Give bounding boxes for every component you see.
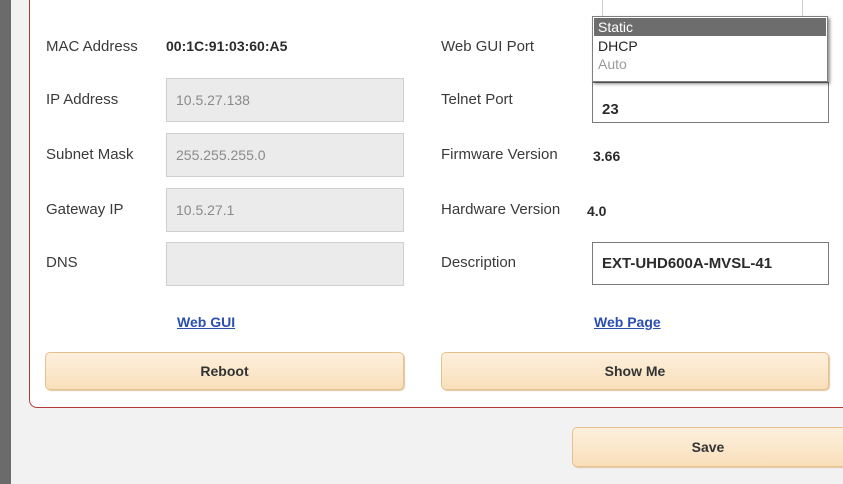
telnet-port-value: 23	[602, 101, 619, 118]
ip-mode-dropdown-list[interactable]: Static DHCP Auto	[592, 16, 828, 82]
web-gui-port-label: Web GUI Port	[441, 38, 535, 55]
dns-field[interactable]	[166, 242, 404, 286]
save-button[interactable]: Save	[572, 427, 843, 467]
web-page-link[interactable]: Web Page	[594, 314, 661, 330]
show-me-button[interactable]: Show Me	[441, 352, 829, 390]
gateway-ip-label: Gateway IP	[46, 201, 124, 218]
description-field[interactable]: EXT-UHD600A-MVSL-41	[592, 242, 829, 285]
firmware-version-label: Firmware Version	[441, 146, 558, 163]
dropdown-option-dhcp[interactable]: DHCP	[594, 37, 826, 55]
mac-address-value: 00:1C:91:03:60:A5	[166, 38, 288, 54]
ip-address-label: IP Address	[46, 91, 119, 108]
mac-address-label: MAC Address	[46, 38, 138, 55]
reboot-button[interactable]: Reboot	[45, 352, 404, 390]
dropdown-option-auto: Auto	[598, 56, 627, 72]
dns-label: DNS	[46, 254, 78, 271]
subnet-mask-label: Subnet Mask	[46, 146, 134, 163]
web-gui-port-select-edge	[602, 0, 803, 16]
dropdown-option-static[interactable]: Static	[594, 18, 826, 36]
firmware-version-value: 3.66	[593, 148, 621, 164]
web-gui-link[interactable]: Web GUI	[177, 314, 235, 330]
description-label: Description	[441, 254, 517, 271]
ip-address-field[interactable]: 10.5.27.138	[166, 78, 404, 122]
hardware-version-value: 4.0	[587, 203, 607, 219]
gateway-ip-field[interactable]: 10.5.27.1	[166, 188, 404, 232]
telnet-port-label: Telnet Port	[441, 91, 513, 108]
left-edge-bar	[0, 0, 11, 484]
telnet-port-field[interactable]: 23	[592, 82, 829, 123]
hardware-version-label: Hardware Version	[441, 201, 561, 218]
subnet-mask-field[interactable]: 255.255.255.0	[166, 133, 404, 177]
